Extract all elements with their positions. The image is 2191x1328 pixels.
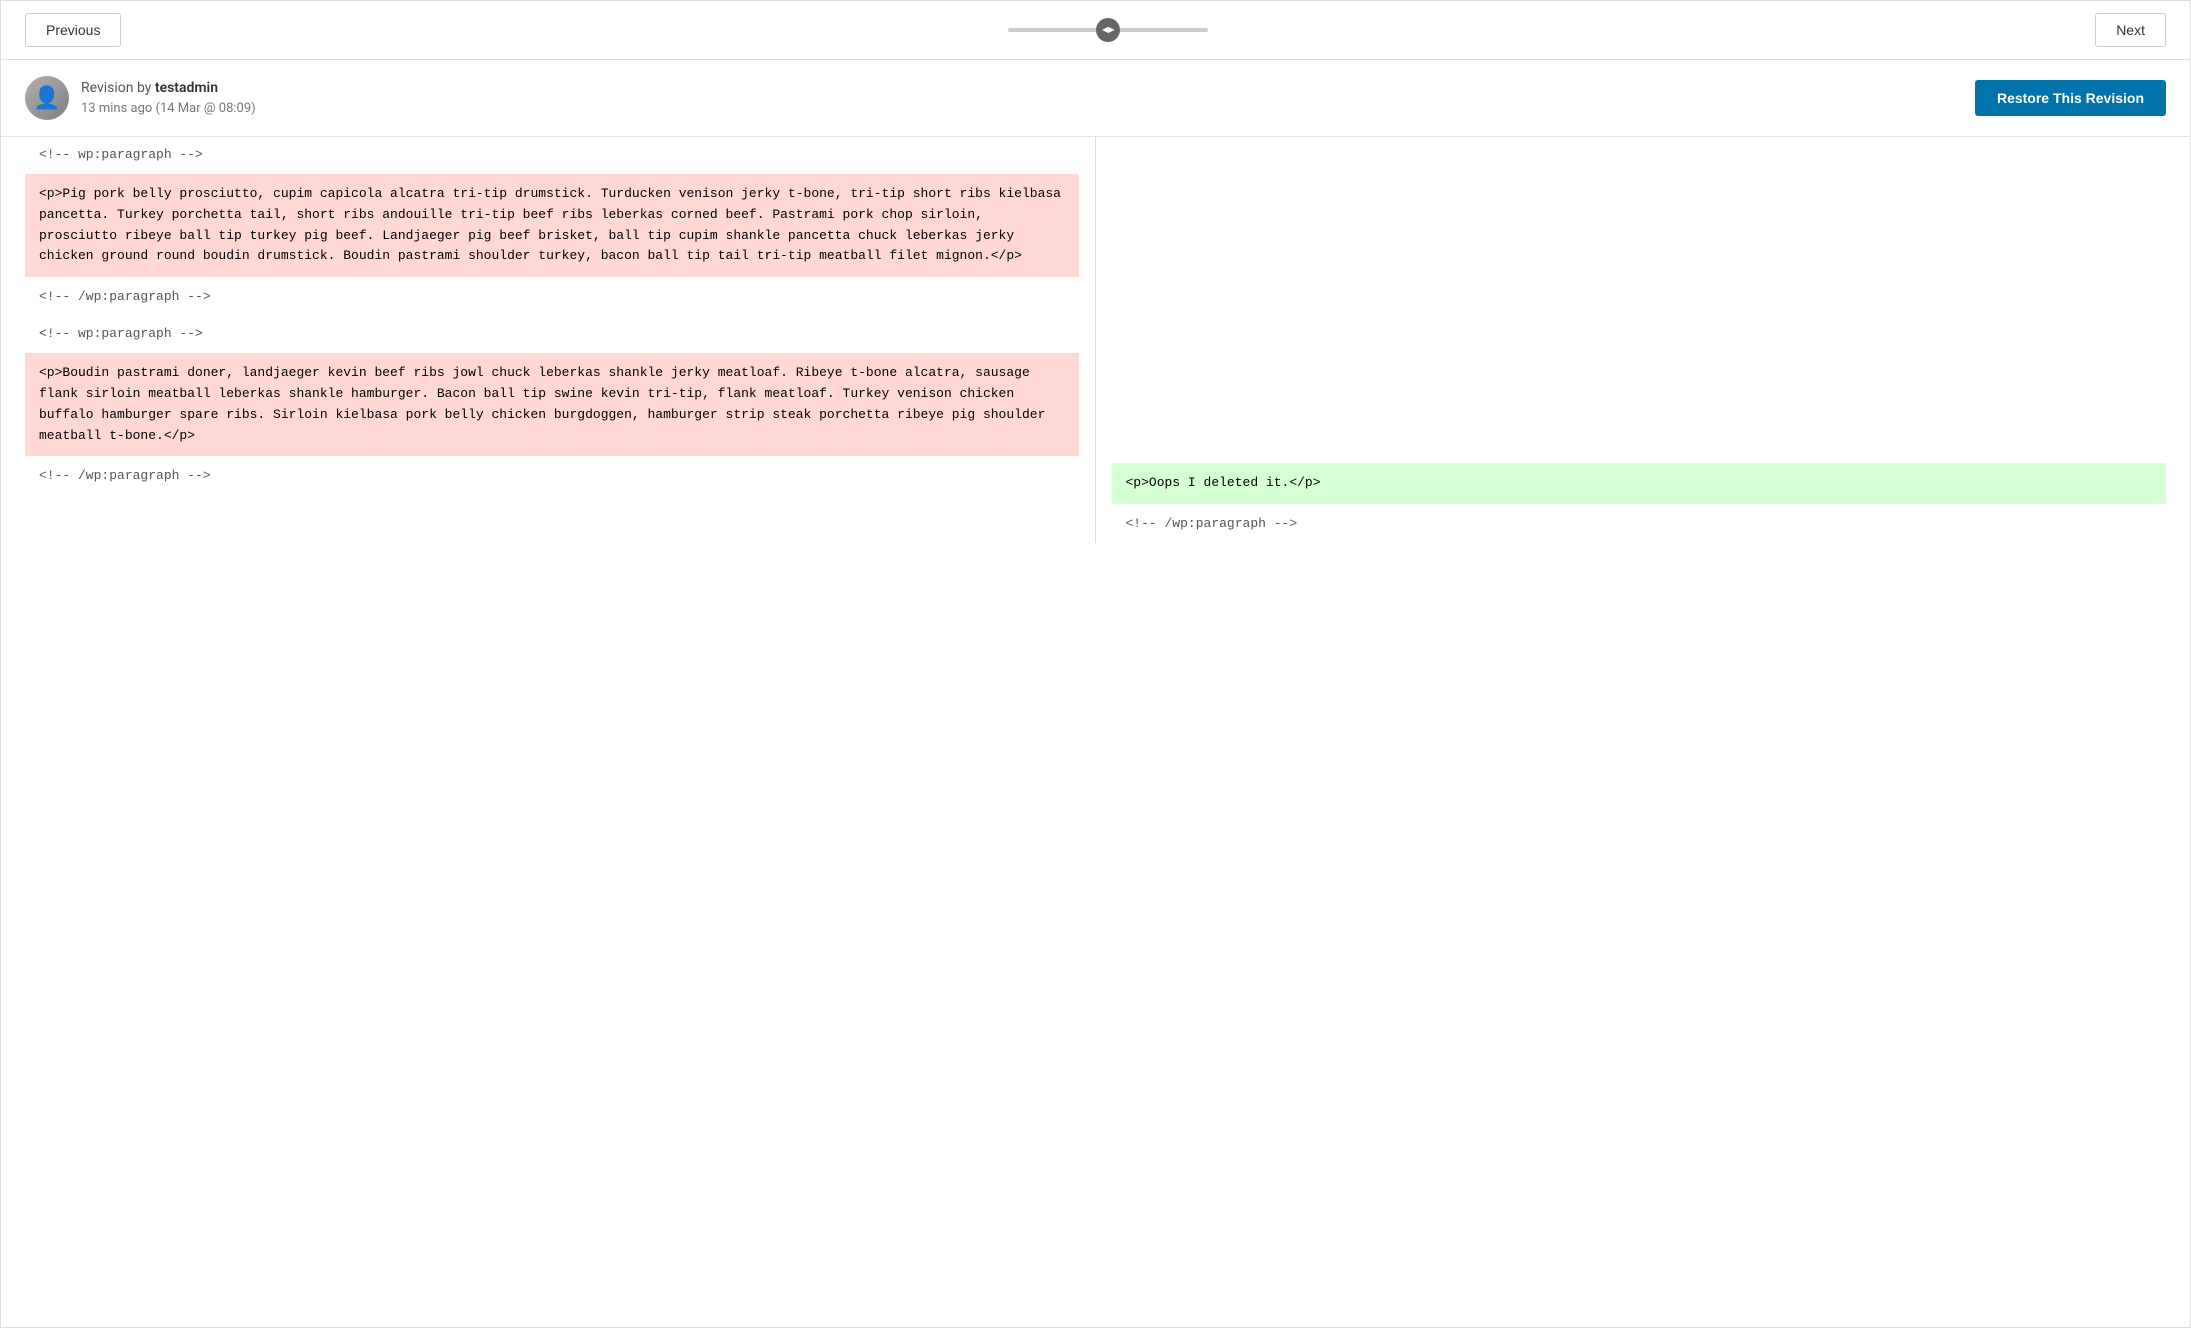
revision-info: Revision by testadmin 13 mins ago (14 Ma… bbox=[25, 76, 256, 120]
diff-right-spacer-3 bbox=[1112, 419, 2167, 441]
previous-button[interactable]: Previous bbox=[25, 13, 121, 47]
top-nav: Previous Next bbox=[1, 1, 2190, 60]
revision-slider-container bbox=[908, 28, 1308, 32]
page-wrapper: Previous Next Revision by testadmin 13 m… bbox=[0, 0, 2191, 1328]
revision-header: Revision by testadmin 13 mins ago (14 Ma… bbox=[1, 60, 2190, 137]
revision-author: testadmin bbox=[155, 80, 218, 96]
diff-right-comment-end: <!-- /wp:paragraph --> bbox=[1112, 506, 2167, 541]
diff-right-spacer-1 bbox=[1112, 137, 2167, 159]
diff-right-column: <p>Oops I deleted it.</p> <!-- /wp:parag… bbox=[1096, 137, 2167, 543]
slider-track bbox=[1008, 28, 1208, 32]
diff-area: <!-- wp:paragraph --> <p>Pig pork belly … bbox=[1, 137, 2190, 567]
diff-comment-wp-paragraph-end-1: <!-- /wp:paragraph --> bbox=[25, 279, 1079, 314]
diff-added-block-1: <p>Oops I deleted it.</p> bbox=[1112, 463, 2167, 504]
diff-right-spacer-4 bbox=[1112, 441, 2167, 463]
avatar bbox=[25, 76, 69, 120]
next-button[interactable]: Next bbox=[2095, 13, 2166, 47]
diff-comment-wp-paragraph-end-2: <!-- /wp:paragraph --> bbox=[25, 458, 1079, 493]
revision-text: Revision by testadmin 13 mins ago (14 Ma… bbox=[81, 78, 256, 119]
slider-thumb[interactable] bbox=[1096, 18, 1120, 42]
diff-comment-wp-paragraph-start-2: <!-- wp:paragraph --> bbox=[25, 316, 1079, 351]
restore-revision-button[interactable]: Restore This Revision bbox=[1975, 80, 2166, 116]
diff-columns: <!-- wp:paragraph --> <p>Pig pork belly … bbox=[25, 137, 2166, 543]
diff-comment-wp-paragraph-start: <!-- wp:paragraph --> bbox=[25, 137, 1079, 172]
avatar-image bbox=[25, 76, 69, 120]
diff-right-spacer-2 bbox=[1112, 159, 2167, 419]
revision-time: 13 mins ago (14 Mar @ 08:09) bbox=[81, 99, 256, 119]
diff-deleted-block-1: <p>Pig pork belly prosciutto, cupim capi… bbox=[25, 174, 1079, 277]
revision-by-prefix: Revision by bbox=[81, 80, 155, 96]
diff-deleted-block-2: <p>Boudin pastrami doner, landjaeger kev… bbox=[25, 353, 1079, 456]
diff-left-column: <!-- wp:paragraph --> <p>Pig pork belly … bbox=[25, 137, 1096, 543]
